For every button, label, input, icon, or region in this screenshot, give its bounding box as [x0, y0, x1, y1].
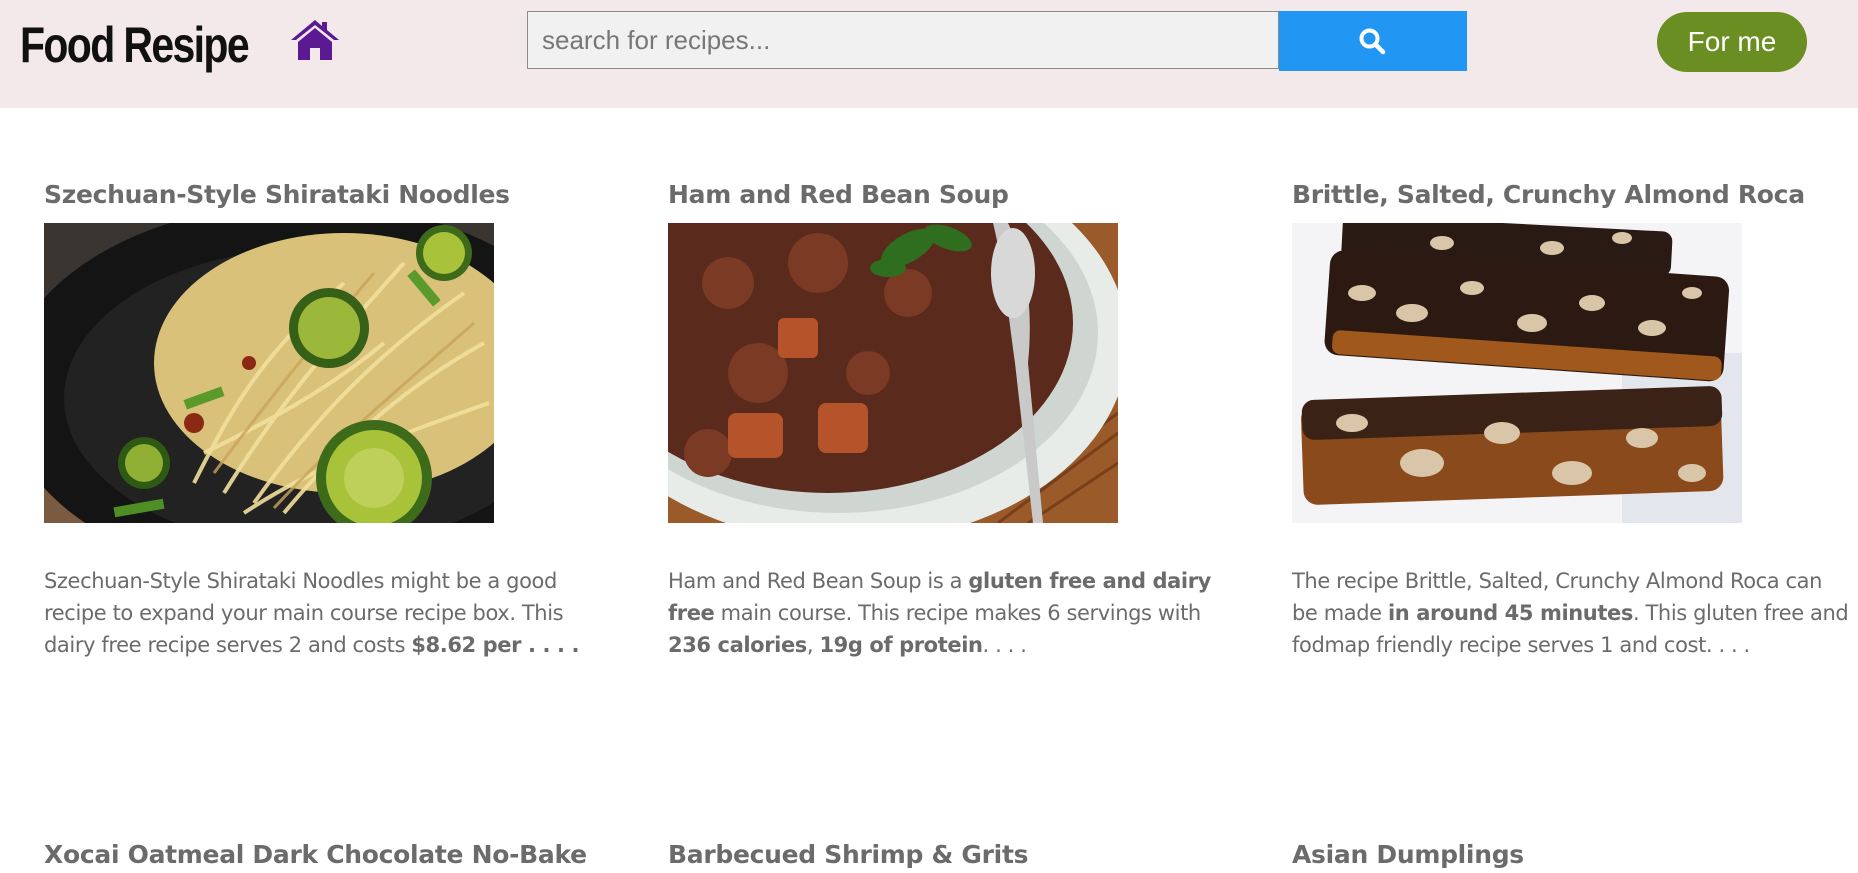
description-text: . . . . — [982, 633, 1027, 657]
recipe-card: Szechuan-Style Shirataki Noodles Szechua… — [44, 178, 604, 657]
description-highlight: $8.62 per . . . . — [411, 633, 580, 657]
description-highlight: in around 45 minutes — [1387, 601, 1633, 625]
recipe-title[interactable]: Ham and Red Bean Soup — [668, 178, 1228, 212]
search-button[interactable] — [1279, 11, 1467, 71]
recipe-title[interactable]: Asian Dumplings — [1292, 838, 1852, 872]
recipe-title[interactable]: Xocai Oatmeal Dark Chocolate No-Bake — [44, 838, 604, 872]
recipe-description: The recipe Brittle, Salted, Crunchy Almo… — [1292, 565, 1852, 661]
recipe-title[interactable]: Szechuan-Style Shirataki Noodles — [44, 178, 604, 212]
description-highlight: 236 calories — [668, 633, 807, 657]
search-input[interactable] — [527, 11, 1279, 69]
top-bar: Food Resipe For me — [0, 0, 1858, 108]
recipe-card: Ham and Red Bean Soup Ham and Red Bean S… — [668, 178, 1228, 657]
recipe-card: Asian Dumplings — [1292, 838, 1852, 872]
description-text: main course. This recipe makes 6 serving… — [714, 601, 1202, 625]
recipe-card: Brittle, Salted, Crunchy Almond Roca The… — [1292, 178, 1852, 657]
recipe-title[interactable]: Brittle, Salted, Crunchy Almond Roca — [1292, 178, 1852, 212]
home-icon[interactable] — [289, 18, 341, 62]
recipe-image[interactable] — [1292, 223, 1742, 523]
description-text: , — [806, 633, 820, 657]
brand-logo[interactable]: Food Resipe — [20, 14, 250, 76]
description-highlight: 19g of protein — [819, 633, 983, 657]
recipe-description: Ham and Red Bean Soup is a gluten free a… — [668, 565, 1228, 661]
recipe-card: Xocai Oatmeal Dark Chocolate No-Bake — [44, 838, 604, 872]
search-icon — [1359, 28, 1386, 55]
recipe-image[interactable] — [44, 223, 494, 523]
recipe-description: Szechuan-Style Shirataki Noodles might b… — [44, 565, 604, 661]
recipe-card: Barbecued Shrimp & Grits — [668, 838, 1228, 872]
recipe-image[interactable] — [668, 223, 1118, 523]
recipe-title[interactable]: Barbecued Shrimp & Grits — [668, 838, 1228, 872]
for-me-button[interactable]: For me — [1657, 12, 1807, 72]
description-text: Ham and Red Bean Soup is a — [668, 569, 969, 593]
